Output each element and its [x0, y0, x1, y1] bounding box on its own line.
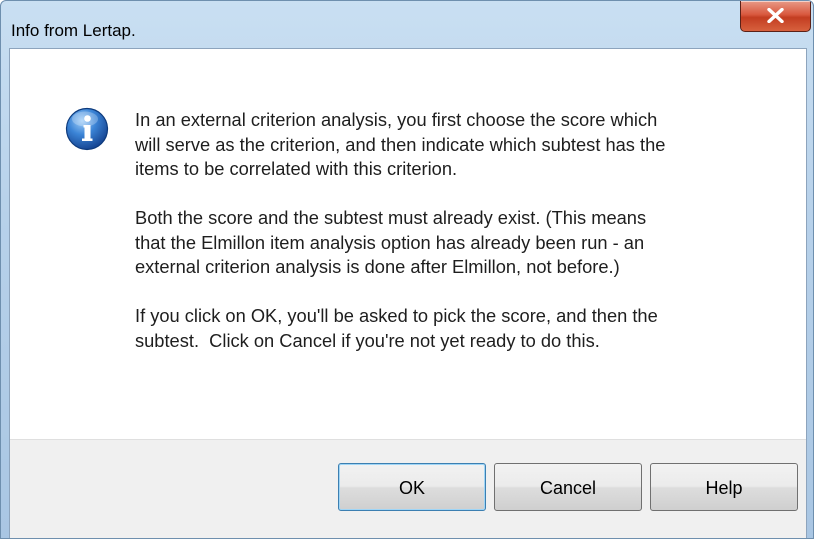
message-paragraph-2: Both the score and the subtest must alre…: [135, 207, 647, 277]
close-x-icon: [767, 8, 784, 23]
title-bar[interactable]: Info from Lertap.: [1, 1, 813, 41]
message-paragraph-3: If you click on OK, you'll be asked to p…: [135, 305, 658, 351]
window-title: Info from Lertap.: [11, 21, 136, 40]
help-button[interactable]: Help: [650, 463, 798, 511]
ok-button[interactable]: OK: [338, 463, 486, 511]
message-text: In an external criterion analysis, you f…: [135, 108, 775, 378]
message-paragraph-1: In an external criterion analysis, you f…: [135, 109, 666, 179]
cancel-button[interactable]: Cancel: [494, 463, 642, 511]
button-bar: OK Cancel Help: [10, 439, 806, 538]
dialog-window: Info from Lertap. In an external criteri…: [0, 0, 814, 539]
dialog-body: In an external criterion analysis, you f…: [9, 48, 807, 538]
close-button[interactable]: [740, 1, 811, 32]
info-icon: [65, 107, 109, 151]
